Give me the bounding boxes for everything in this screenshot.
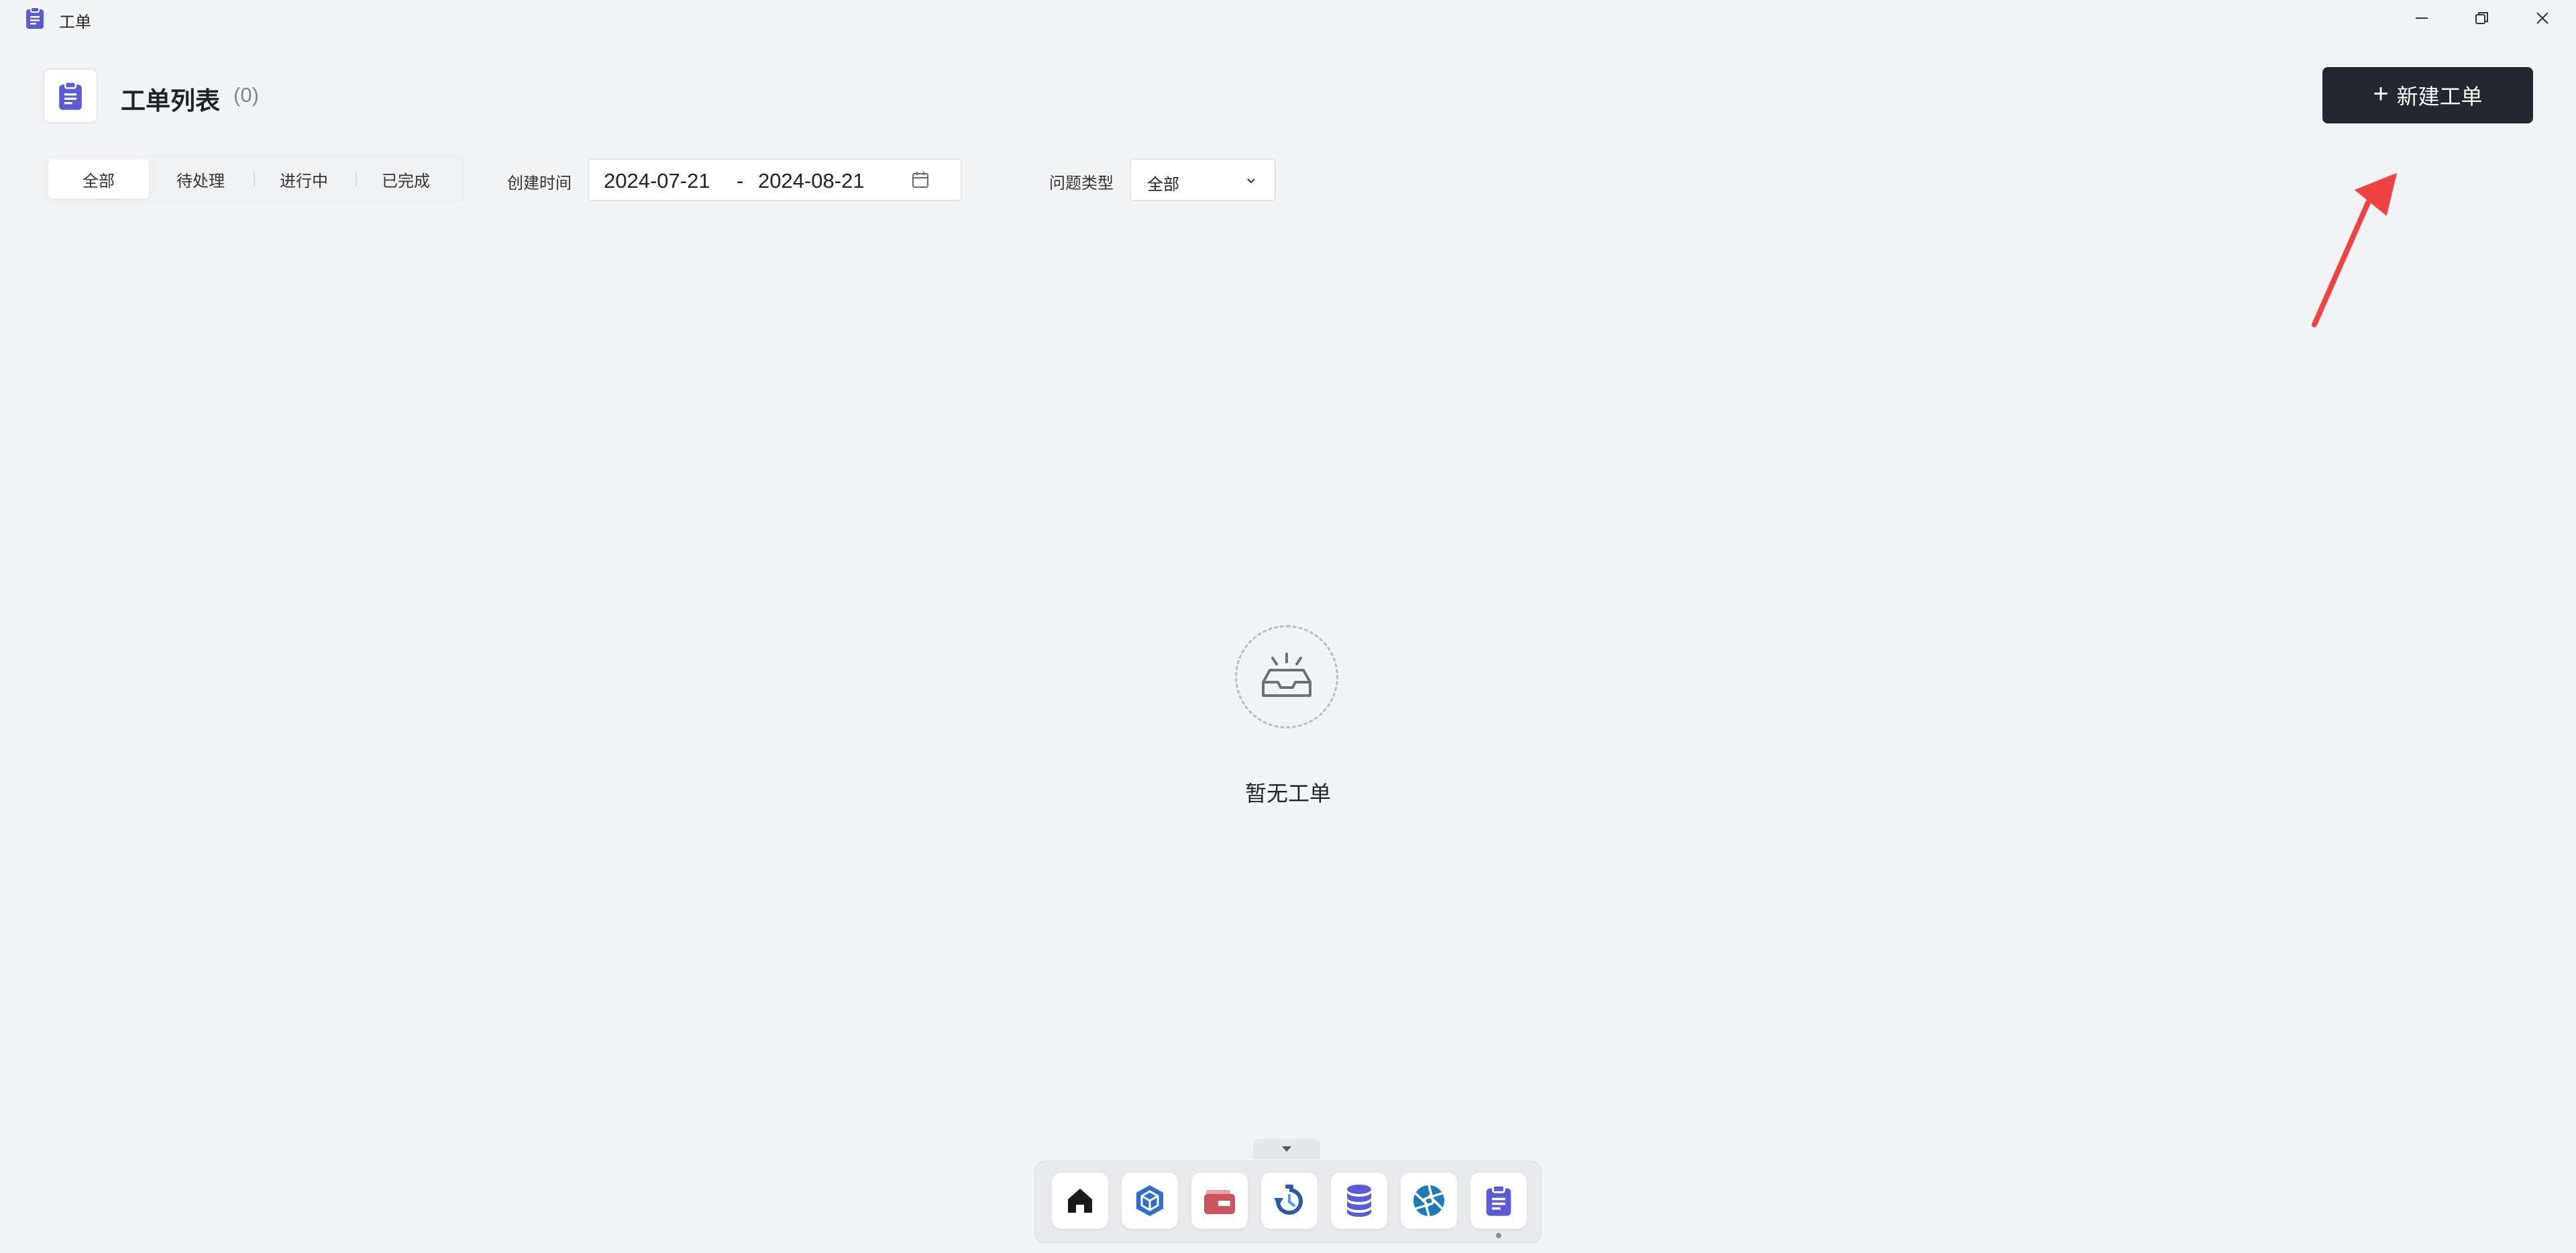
clipboard-icon [26, 7, 44, 29]
clipboard-icon [59, 81, 82, 110]
date-separator: - [737, 169, 744, 193]
dock-cube[interactable] [1122, 1173, 1178, 1229]
tab-all[interactable]: 全部 [48, 160, 149, 199]
minimize-icon [2416, 17, 2428, 19]
tab-label: 待处理 [176, 172, 225, 190]
tab-label: 已完成 [382, 172, 430, 190]
issue-type-label: 问题类型 [1049, 174, 1114, 193]
dock-wallet[interactable] [1191, 1173, 1248, 1229]
new-ticket-label: 新建工单 [2396, 85, 2483, 109]
dock-collapse-toggle[interactable] [1253, 1139, 1320, 1159]
dock-aperture[interactable] [1401, 1173, 1457, 1229]
restore-icon [2475, 12, 2488, 24]
minimize-button[interactable] [2402, 4, 2442, 32]
dock-tickets[interactable] [1470, 1173, 1527, 1229]
page-title: 工单列表 [121, 87, 220, 115]
dock-database[interactable] [1331, 1173, 1387, 1229]
database-icon [1347, 1185, 1371, 1217]
tab-label: 全部 [83, 172, 115, 190]
annotation-arrow [2312, 172, 2398, 327]
issue-type-value: 全部 [1147, 176, 1179, 194]
tab-pending[interactable]: 待处理 [150, 160, 251, 199]
wallet-icon [1204, 1190, 1235, 1214]
page-icon-box [43, 68, 98, 123]
active-app-indicator [1496, 1233, 1501, 1238]
ticket-count: (0) [233, 83, 259, 107]
dock-backup[interactable] [1261, 1173, 1318, 1229]
chevron-down-icon [1247, 178, 1255, 184]
restore-button[interactable] [2462, 4, 2502, 32]
date-range-picker[interactable]: 2024-07-21 - 2024-08-21 [588, 158, 962, 201]
backup-icon [1274, 1185, 1303, 1215]
close-icon [2536, 12, 2548, 24]
tab-label: 进行中 [280, 172, 328, 190]
clipboard-icon [1486, 1185, 1511, 1216]
dock-home[interactable] [1052, 1173, 1108, 1229]
title-bar: 工单 [0, 0, 2576, 36]
aperture-icon [1413, 1185, 1444, 1217]
created-time-label: 创建时间 [507, 174, 572, 193]
empty-state-illustration [1235, 625, 1338, 728]
status-tabs: 全部 待处理 进行中 已完成 [44, 156, 464, 203]
inbox-icon [1262, 653, 1311, 697]
empty-state-text: 暂无工单 [1244, 781, 1331, 806]
date-start-input[interactable]: 2024-07-21 [604, 169, 710, 193]
tab-in-progress[interactable]: 进行中 [254, 160, 354, 199]
home-icon [1068, 1189, 1092, 1213]
close-button[interactable] [2522, 4, 2563, 32]
issue-type-select[interactable]: 全部 [1130, 158, 1276, 201]
tab-completed[interactable]: 已完成 [356, 160, 456, 199]
calendar-icon [912, 172, 928, 188]
plus-icon: + [2373, 79, 2389, 109]
date-end-input[interactable]: 2024-08-21 [758, 169, 865, 193]
window-title: 工单 [59, 13, 91, 32]
caret-down-icon [1282, 1146, 1291, 1152]
app-dock [1034, 1160, 1542, 1244]
new-ticket-button[interactable]: + 新建工单 [2322, 67, 2533, 123]
cube-icon [1136, 1185, 1163, 1216]
